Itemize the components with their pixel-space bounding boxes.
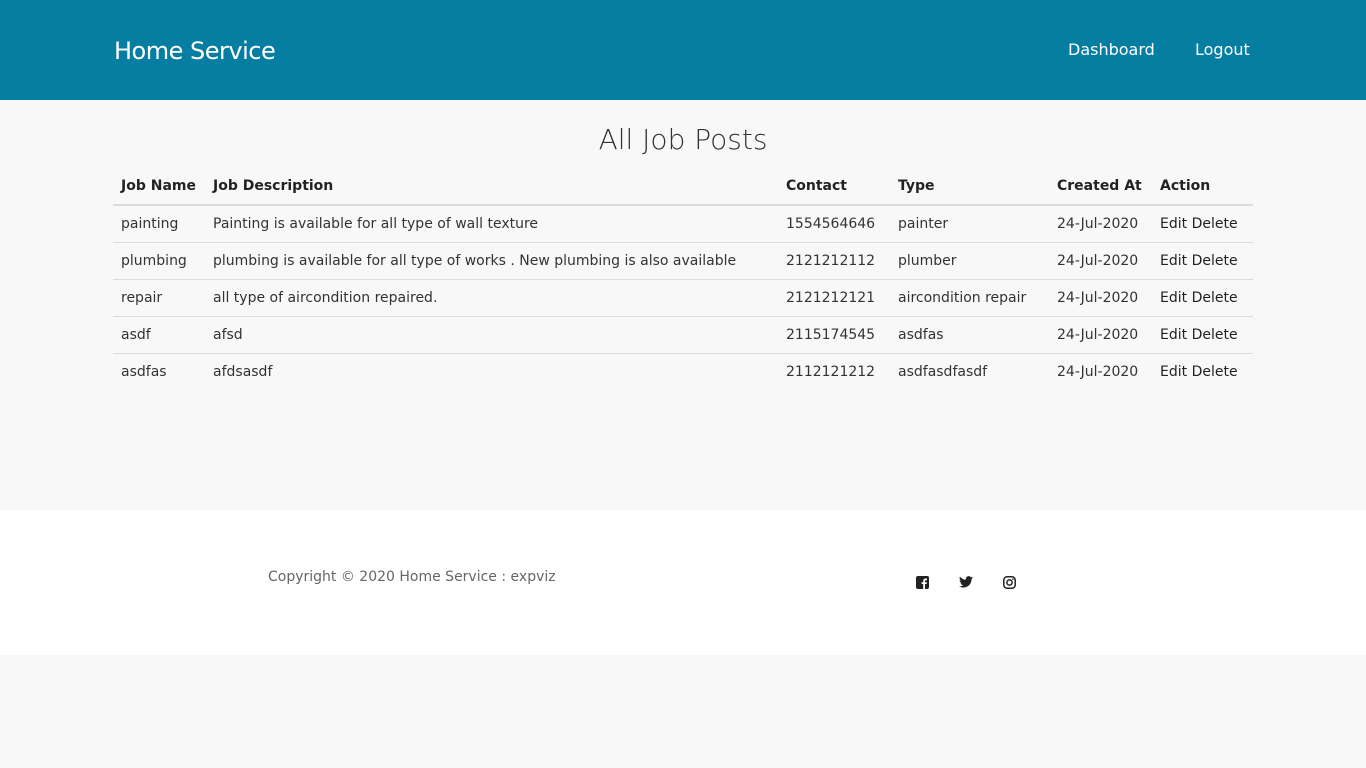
cell-action: Edit Delete — [1152, 242, 1253, 280]
table-row: asdf afsd 2115174545 asdfas 24-Jul-2020 … — [113, 316, 1253, 354]
cell-contact: 2112121212 — [786, 364, 876, 380]
edit-link[interactable]: Edit — [1160, 327, 1187, 343]
edit-link[interactable]: Edit — [1160, 216, 1187, 232]
delete-link[interactable]: Delete — [1192, 364, 1238, 380]
table-row: repair all type of aircondition repaired… — [113, 279, 1253, 317]
cell-job-description: afdsasdf — [213, 364, 273, 380]
column-header-created-at: Created At — [1049, 167, 1152, 206]
copyright-text: Copyright © 2020 Home Service : expviz — [268, 569, 556, 585]
nav-dashboard-link[interactable]: Dashboard — [1068, 40, 1155, 60]
table-row: plumbing plumbing is available for all t… — [113, 242, 1253, 280]
instagram-icon[interactable] — [1001, 574, 1017, 590]
delete-link[interactable]: Delete — [1192, 290, 1238, 306]
table-row: painting Painting is available for all t… — [113, 205, 1253, 243]
delete-link[interactable]: Delete — [1192, 253, 1238, 269]
column-header-job-description: Job Description — [205, 167, 778, 206]
column-header-contact: Contact — [778, 167, 890, 206]
cell-created-at: 24-Jul-2020 — [1049, 316, 1152, 354]
delete-link[interactable]: Delete — [1192, 216, 1238, 232]
cell-type: painter — [890, 205, 1049, 243]
table-header-row: Job Name Job Description Contact Type Cr… — [113, 167, 1253, 206]
nav-logout-link[interactable]: Logout — [1195, 40, 1250, 60]
cell-created-at: 24-Jul-2020 — [1049, 279, 1152, 317]
footer: Copyright © 2020 Home Service : expviz — [0, 510, 1366, 655]
cell-action: Edit Delete — [1152, 316, 1253, 354]
delete-link[interactable]: Delete — [1192, 327, 1238, 343]
cell-action: Edit Delete — [1152, 279, 1253, 317]
cell-type: asdfas — [890, 316, 1049, 354]
edit-link[interactable]: Edit — [1160, 364, 1187, 380]
cell-contact: 1554564646 — [778, 205, 890, 243]
cell-job-name: asdfas — [121, 364, 167, 380]
cell-job-description: Painting is available for all type of wa… — [205, 205, 778, 243]
cell-contact: 2115174545 — [778, 316, 890, 354]
cell-contact: 2121212121 — [778, 279, 890, 317]
cell-job-description: all type of aircondition repaired. — [205, 279, 778, 317]
twitter-icon[interactable] — [958, 574, 974, 590]
brand-logo-link[interactable]: Home Service — [114, 36, 276, 66]
cell-created-at: 24-Jul-2020 — [1049, 242, 1152, 280]
cell-job-name: repair — [113, 279, 205, 317]
edit-link[interactable]: Edit — [1160, 253, 1187, 269]
cell-job-description: plumbing is available for all type of wo… — [205, 242, 778, 280]
page-title: All Job Posts — [598, 123, 768, 156]
edit-link[interactable]: Edit — [1160, 290, 1187, 306]
cell-job-name: painting — [113, 205, 205, 243]
column-header-type: Type — [890, 167, 1049, 206]
cell-type: plumber — [890, 242, 1049, 280]
column-header-action: Action — [1152, 167, 1253, 206]
cell-job-name: asdf — [113, 316, 205, 354]
top-navbar: Home Service Dashboard Logout — [0, 0, 1366, 100]
cell-job-description: afsd — [205, 316, 778, 354]
cell-job-name: plumbing — [113, 242, 205, 280]
cell-contact: 2121212112 — [778, 242, 890, 280]
cell-action: Edit Delete — [1152, 205, 1253, 243]
facebook-icon[interactable] — [914, 574, 930, 590]
cell-action: Edit Delete — [1152, 354, 1253, 391]
job-posts-table: Job Name Job Description Contact Type Cr… — [113, 167, 1253, 390]
column-header-job-name: Job Name — [113, 167, 205, 206]
cell-type: asdfasdfasdf — [898, 364, 988, 380]
cell-created-at: 24-Jul-2020 — [1049, 205, 1152, 243]
cell-type: aircondition repair — [890, 279, 1049, 317]
cell-created-at: 24-Jul-2020 — [1057, 364, 1139, 380]
table-row: asdfas afdsasdf 2112121212 asdfasdfasdf … — [113, 354, 1253, 391]
